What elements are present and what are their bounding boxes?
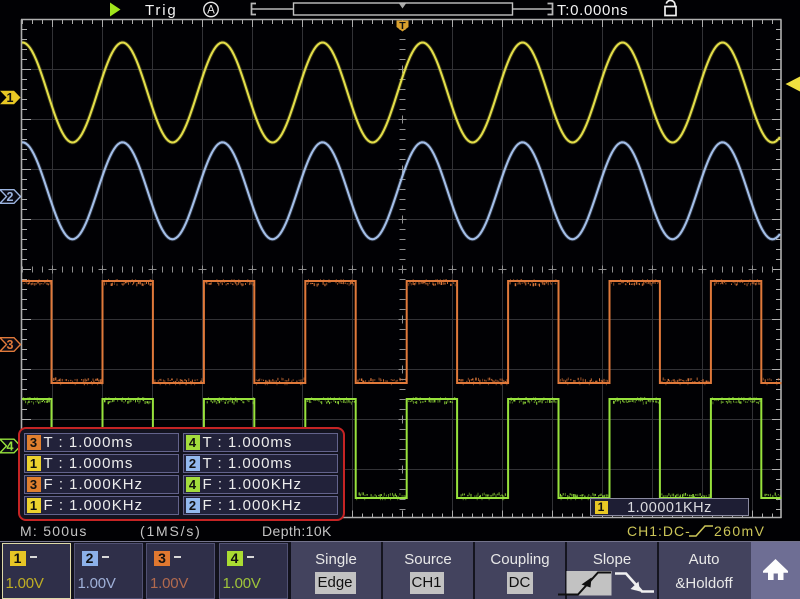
svg-text:1: 1 [7, 91, 14, 105]
svg-text:4: 4 [7, 439, 14, 453]
svg-text:T: T [399, 20, 406, 32]
svg-text:2: 2 [7, 190, 14, 204]
svg-text:A: A [207, 5, 215, 17]
svg-text:3: 3 [7, 338, 14, 352]
